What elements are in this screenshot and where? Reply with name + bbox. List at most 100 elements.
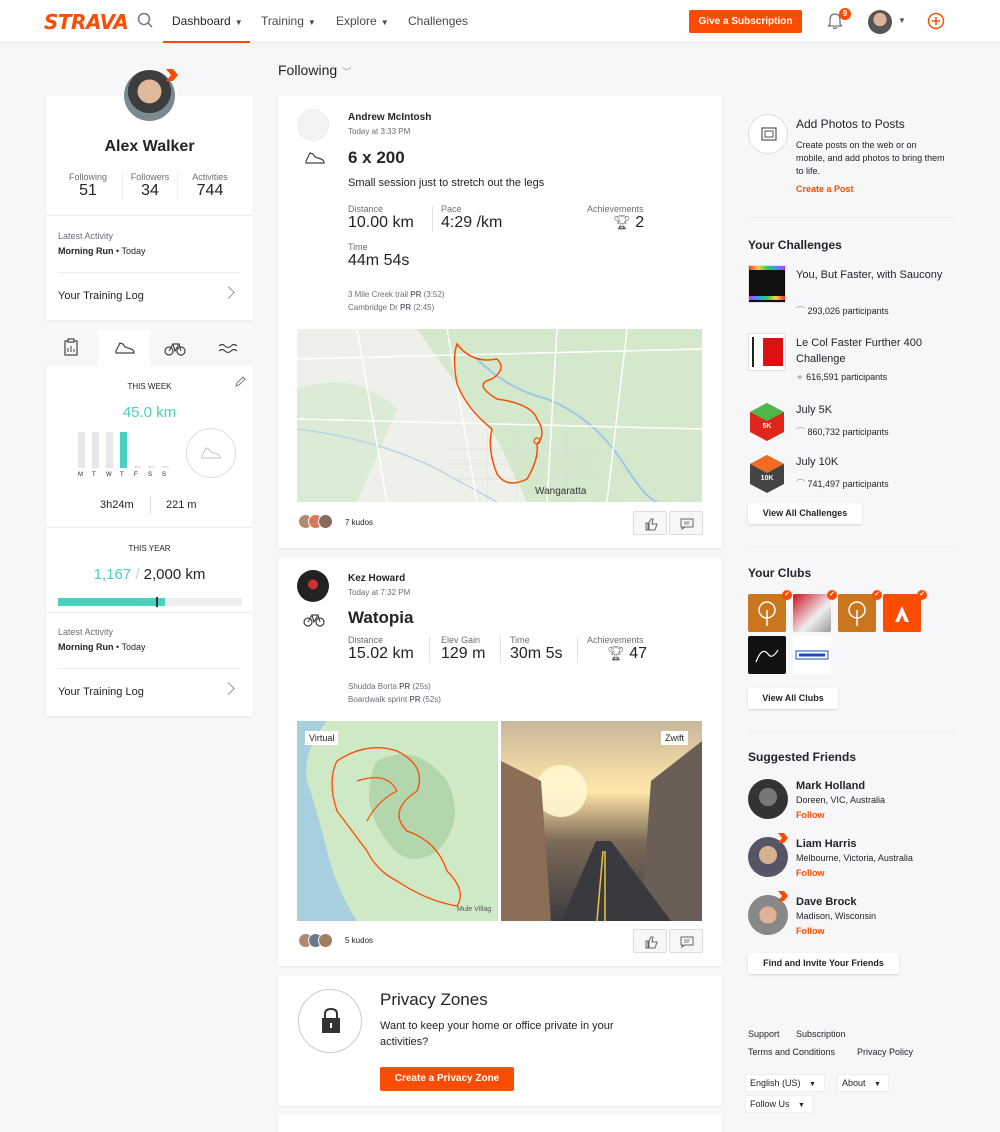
friend-avatar[interactable] [748,779,788,819]
comment-button[interactable] [669,929,703,953]
club-avatar[interactable] [883,594,921,632]
segment-pr[interactable]: Cambridge Dr PR (2:45) [348,303,434,312]
friend-name[interactable]: Dave Brock [796,896,857,908]
challenge-badge[interactable] [748,333,786,371]
weekday-bar[interactable] [148,466,155,468]
club-avatar[interactable] [793,636,831,674]
give-kudos-button[interactable] [633,511,667,535]
challenge-badge[interactable]: 10K [748,454,786,494]
footer-terms-link[interactable]: Terms and Conditions [748,1047,835,1057]
athlete-avatar[interactable] [297,109,329,141]
chevron-down-icon[interactable]: ▼ [898,16,906,25]
chevron-right-icon[interactable] [222,682,235,695]
club-avatar[interactable] [748,636,786,674]
challenge-name[interactable]: You, But Faster, with Saucony [796,267,946,283]
challenge-badge[interactable] [748,265,786,303]
clubs-title: Your Clubs [748,566,812,580]
running-shoe-icon: ⌒ [796,427,806,437]
create-privacy-zone-button[interactable]: Create a Privacy Zone [380,1067,514,1091]
comment-button[interactable] [669,511,703,535]
kudos-avatars[interactable] [298,514,340,530]
zwift-screenshot[interactable]: Zwift [501,721,702,921]
profile-name[interactable]: Alex Walker [46,138,253,156]
follow-us-select[interactable]: Follow Us ▼ [745,1095,813,1113]
kudos-count[interactable]: 5 kudos [345,936,373,945]
hoka-logo-icon [795,650,829,660]
add-photos-title: Add Photos to Posts [796,117,905,131]
segment-pr[interactable]: Shudda Borta PR (25s) [348,682,431,691]
following-count: 51 [79,182,97,199]
segment-pr[interactable]: Boardwalk sprint PR (52s) [348,695,441,704]
latest-activity[interactable]: Morning Run • Today [58,642,146,652]
challenge-name[interactable]: Le Col Faster Further 400 Challenge [796,335,946,367]
bike-icon[interactable] [164,340,186,356]
activity-title[interactable]: Watopia [348,608,413,628]
challenge-badge[interactable]: 5K [748,402,786,442]
nav-training[interactable]: Training ▼ [261,14,316,28]
weekday-bar[interactable] [134,466,141,468]
club-avatar[interactable] [793,594,831,632]
script-logo-icon [755,649,779,663]
weekday-bar[interactable] [92,431,99,468]
athlete-name[interactable]: Kez Howard [348,573,405,584]
activity-map[interactable]: Wangaratta [297,329,702,502]
weekday-bar[interactable] [162,466,169,468]
follow-button[interactable]: Follow [796,868,825,878]
clipboard-icon[interactable] [63,338,79,356]
activity-title[interactable]: 6 x 200 [348,148,405,168]
latest-activity[interactable]: Morning Run • Today [58,246,146,256]
following-stat[interactable]: Following 51 [60,172,116,200]
find-invite-friends-button[interactable]: Find and Invite Your Friends [748,953,899,974]
followers-stat[interactable]: Followers 34 [122,172,178,200]
footer-subscription-link[interactable]: Subscription [796,1029,846,1039]
follow-button[interactable]: Follow [796,810,825,820]
weekday-bar[interactable] [120,431,127,468]
give-kudos-button[interactable] [633,929,667,953]
nav-explore[interactable]: Explore ▼ [336,14,389,28]
privacy-title: Privacy Zones [380,990,488,1009]
add-icon[interactable] [927,12,945,30]
subscriber-badge-icon [778,891,788,901]
follow-button[interactable]: Follow [796,926,825,936]
about-select[interactable]: About ▼ [837,1074,889,1092]
athlete-name[interactable]: Andrew McIntosh [348,112,431,123]
virtual-route-map[interactable]: Virtual Mule Villag [297,721,498,921]
friend-name[interactable]: Liam Harris [796,838,857,850]
language-select[interactable]: English (US) ▼ [745,1074,825,1092]
view-all-clubs-button[interactable]: View All Clubs [748,688,838,709]
friend-name[interactable]: Mark Holland [796,780,865,792]
nav-challenges[interactable]: Challenges [408,14,468,28]
nav-dashboard[interactable]: Dashboard ▼ [172,14,243,28]
weekday-bar[interactable] [106,431,113,468]
strava-logo[interactable]: STRAVA [44,10,129,34]
weekday-bar[interactable] [78,431,85,468]
kudos-avatars[interactable] [298,933,340,949]
club-avatar[interactable] [748,594,786,632]
training-log-link[interactable]: Your Training Log [58,686,144,698]
search-icon[interactable] [137,12,153,28]
subscriber-badge-icon [778,833,788,843]
challenge-name[interactable]: July 5K [796,404,832,416]
challenges-title: Your Challenges [748,238,842,252]
give-subscription-button[interactable]: Give a Subscription [689,10,802,33]
athlete-avatar[interactable] [297,570,329,602]
swim-icon[interactable] [218,341,238,355]
chevron-right-icon[interactable] [222,286,235,299]
footer-privacy-link[interactable]: Privacy Policy [857,1047,913,1057]
challenge-name[interactable]: July 10K [796,456,838,468]
club-avatar[interactable] [838,594,876,632]
segment-pr[interactable]: 3 Mile Creek trail PR (3:52) [348,290,445,299]
activities-stat[interactable]: Activities 744 [182,172,238,200]
create-post-link[interactable]: Create a Post [796,184,854,194]
feed-filter-dropdown[interactable]: Following ﹀ [278,62,351,78]
edit-pencil-icon[interactable] [234,376,246,388]
elevation-value: 129 m [441,645,486,662]
tab-run[interactable] [98,330,150,366]
footer-support-link[interactable]: Support [748,1029,780,1039]
training-log-link[interactable]: Your Training Log [58,290,144,302]
photo-icon [761,127,777,141]
view-all-challenges-button[interactable]: View All Challenges [748,503,862,524]
challenge-participants: ⌒ 860,732 participants [796,425,889,438]
kudos-count[interactable]: 7 kudos [345,518,373,527]
user-avatar[interactable] [868,10,892,34]
